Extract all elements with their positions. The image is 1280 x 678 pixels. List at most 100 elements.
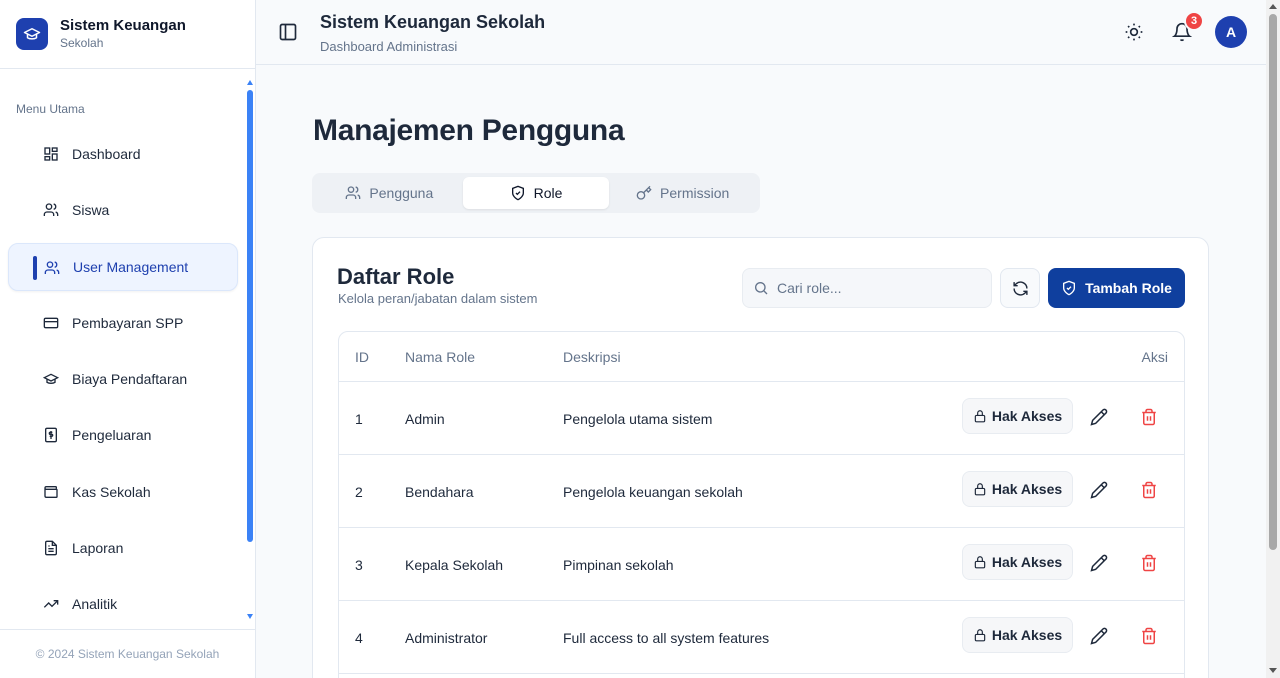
- tab-role[interactable]: Role: [462, 177, 610, 209]
- sidebar: Sistem Keuangan Sekolah Menu Utama Dashb…: [0, 0, 256, 678]
- add-role-button[interactable]: Tambah Role: [1048, 268, 1185, 308]
- sidebar-item-siswa[interactable]: Siswa: [8, 186, 238, 234]
- receipt-icon: [45, 428, 57, 443]
- scroll-down-arrow-icon[interactable]: [1269, 668, 1277, 673]
- table-row: 1 Admin Pengelola utama sistem Hak Akses: [339, 382, 1184, 455]
- wallet-icon: [44, 485, 58, 498]
- search-input[interactable]: [777, 280, 977, 296]
- role-list-card: Daftar Role Kelola peran/jabatan dalam s…: [312, 237, 1209, 678]
- access-rights-button[interactable]: Hak Akses: [962, 544, 1073, 580]
- scroll-up-arrow-icon[interactable]: [247, 80, 253, 85]
- tab-pengguna[interactable]: Pengguna: [316, 177, 463, 209]
- sidebar-scroll-thumb[interactable]: [247, 90, 253, 542]
- scroll-down-arrow-icon[interactable]: [247, 614, 253, 619]
- lock-icon: [974, 483, 986, 496]
- access-rights-label: Hak Akses: [991, 627, 1063, 643]
- lock-icon: [974, 629, 986, 642]
- sidebar-item-label: Kas Sekolah: [72, 483, 151, 500]
- sidebar-scrollbar[interactable]: [246, 80, 254, 620]
- cell-description: Pengelola keuangan sekolah: [563, 484, 743, 500]
- sidebar-item-label: Laporan: [72, 540, 124, 557]
- sidebar-item-label: Analitik: [72, 596, 118, 613]
- access-rights-label: Hak Akses: [991, 481, 1063, 497]
- tab-label: Permission: [660, 185, 730, 201]
- sidebar-item-label: Siswa: [72, 202, 110, 219]
- page-title: Manajemen Pengguna: [313, 114, 625, 147]
- tab-label: Role: [533, 185, 563, 201]
- sidebar-item-label: Biaya Pendaftaran: [72, 371, 188, 388]
- sidebar-item-laporan[interactable]: Laporan: [8, 524, 238, 572]
- users-icon: [43, 203, 59, 217]
- header-subtitle: Dashboard Administrasi: [320, 39, 458, 54]
- sidebar-item-kas-sekolah[interactable]: Kas Sekolah: [8, 468, 238, 516]
- graduation-cap-icon: [43, 373, 59, 385]
- trash-icon[interactable]: [1140, 554, 1158, 572]
- brand-title: Sistem Keuangan: [60, 17, 186, 34]
- column-header-action: Aksi: [1141, 349, 1168, 365]
- sidebar-toggle-icon[interactable]: [278, 22, 298, 42]
- cell-description: Pengelola utama sistem: [563, 411, 713, 427]
- top-header: Sistem Keuangan Sekolah Dashboard Admini…: [256, 0, 1266, 65]
- search-icon: [755, 282, 768, 295]
- trending-up-icon: [43, 600, 59, 609]
- pencil-icon[interactable]: [1090, 481, 1108, 499]
- sun-icon[interactable]: [1124, 22, 1144, 42]
- user-management-icon: [44, 260, 60, 274]
- sidebar-item-biaya-pendaftaran[interactable]: Biaya Pendaftaran: [8, 355, 238, 403]
- cell-id: 1: [355, 411, 363, 427]
- cell-name: Kepala Sekolah: [405, 557, 504, 573]
- sidebar-item-label: Dashboard: [72, 146, 141, 162]
- access-rights-button[interactable]: Hak Akses: [962, 471, 1073, 507]
- refresh-button[interactable]: [1000, 268, 1040, 308]
- table-row: 3 Kepala Sekolah Pimpinan sekolah Hak Ak…: [339, 528, 1184, 601]
- cell-description: Full access to all system features: [563, 630, 770, 646]
- sidebar-menu: Dashboard Siswa User Management Pembayar…: [8, 130, 238, 637]
- sidebar-footer: © 2024 Sistem Keuangan Sekolah: [0, 629, 255, 678]
- search-field[interactable]: [742, 268, 992, 308]
- sidebar-item-analitik[interactable]: Analitik: [8, 580, 238, 628]
- notification-badge: 3: [1184, 11, 1204, 31]
- sidebar-item-user-management[interactable]: User Management: [8, 242, 238, 291]
- file-text-icon: [45, 540, 57, 556]
- scroll-up-arrow-icon[interactable]: [1269, 4, 1277, 9]
- pencil-icon[interactable]: [1090, 408, 1108, 426]
- access-rights-button[interactable]: Hak Akses: [962, 398, 1073, 434]
- credit-card-icon: [43, 317, 59, 329]
- tab-label: Pengguna: [369, 185, 434, 201]
- table-header: ID Nama Role Deskripsi Aksi: [339, 332, 1184, 382]
- sidebar-item-pengeluaran[interactable]: Pengeluaran: [8, 411, 238, 459]
- brand-subtitle: Sekolah: [60, 36, 104, 50]
- page-scrollbar[interactable]: [1266, 0, 1280, 678]
- card-subtitle: Kelola peran/jabatan dalam sistem: [338, 291, 538, 306]
- tab-permission[interactable]: Permission: [609, 177, 756, 209]
- sidebar-item-pembayaran-spp[interactable]: Pembayaran SPP: [8, 299, 238, 347]
- cell-id: 3: [355, 557, 363, 573]
- page-scroll-thumb[interactable]: [1269, 14, 1277, 550]
- brand: Sistem Keuangan Sekolah: [0, 0, 255, 69]
- pencil-icon[interactable]: [1090, 627, 1108, 645]
- dashboard-icon: [44, 147, 58, 161]
- cell-id: 4: [355, 630, 363, 646]
- table-row: 4 Administrator Full access to all syste…: [339, 601, 1184, 674]
- role-table: ID Nama Role Deskripsi Aksi 1 Admin Peng…: [338, 331, 1185, 678]
- access-rights-button[interactable]: Hak Akses: [962, 617, 1073, 653]
- column-header-description[interactable]: Deskripsi: [563, 349, 621, 365]
- cell-id: 2: [355, 484, 363, 500]
- sidebar-item-dashboard[interactable]: Dashboard: [8, 130, 238, 178]
- pencil-icon[interactable]: [1090, 554, 1108, 572]
- column-header-name[interactable]: Nama Role: [405, 349, 475, 365]
- access-rights-label: Hak Akses: [991, 408, 1063, 424]
- add-role-label: Tambah Role: [1085, 280, 1172, 296]
- avatar[interactable]: A: [1215, 16, 1247, 48]
- cell-name: Admin: [405, 411, 445, 427]
- graduation-cap-logo-icon: [16, 18, 48, 50]
- trash-icon[interactable]: [1140, 408, 1158, 426]
- users-icon: [346, 186, 361, 199]
- trash-icon[interactable]: [1140, 481, 1158, 499]
- column-header-id[interactable]: ID: [355, 349, 369, 365]
- sidebar-item-label: Pengeluaran: [72, 427, 152, 444]
- trash-icon[interactable]: [1140, 627, 1158, 645]
- header-title: Sistem Keuangan Sekolah: [320, 12, 546, 32]
- access-rights-label: Hak Akses: [991, 554, 1063, 570]
- lock-icon: [974, 556, 986, 569]
